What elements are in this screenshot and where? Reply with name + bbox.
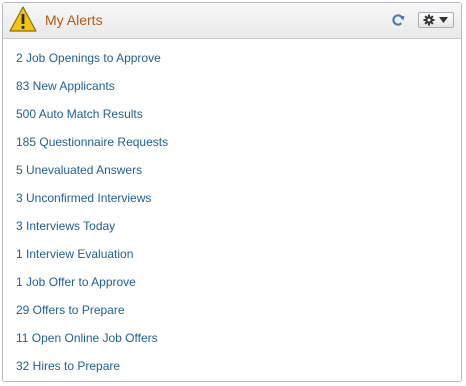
alert-link-interviews-today[interactable]: 3 Interviews Today [16,219,115,233]
alert-link-hires-to-prepare[interactable]: 32 Hires to Prepare [16,359,120,373]
chevron-down-icon [439,17,448,23]
my-alerts-pagelet: My Alerts 2 Job Openings to Approve 83 N… [2,2,462,382]
alert-link-unevaluated-answers[interactable]: 5 Unevaluated Answers [16,163,142,177]
pagelet-title: My Alerts [45,12,103,28]
warning-icon [9,6,37,32]
alert-link-unconfirmed-interviews[interactable]: 3 Unconfirmed Interviews [16,191,151,205]
alert-link-job-offer-to-approve[interactable]: 1 Job Offer to Approve [16,275,136,289]
pagelet-header: My Alerts [3,3,461,39]
refresh-icon[interactable] [391,13,405,27]
alert-link-job-openings-to-approve[interactable]: 2 Job Openings to Approve [16,51,161,65]
alert-link-new-applicants[interactable]: 83 New Applicants [16,79,115,93]
alert-link-auto-match-results[interactable]: 500 Auto Match Results [16,107,143,121]
gear-icon [423,14,435,26]
pagelet-actions-button[interactable] [418,12,454,28]
alert-link-open-online-job-offers[interactable]: 11 Open Online Job Offers [16,331,158,345]
alert-link-interview-evaluation[interactable]: 1 Interview Evaluation [16,247,133,261]
alert-link-offers-to-prepare[interactable]: 29 Offers to Prepare [16,303,125,317]
alert-link-questionnaire-requests[interactable]: 185 Questionnaire Requests [16,135,168,149]
